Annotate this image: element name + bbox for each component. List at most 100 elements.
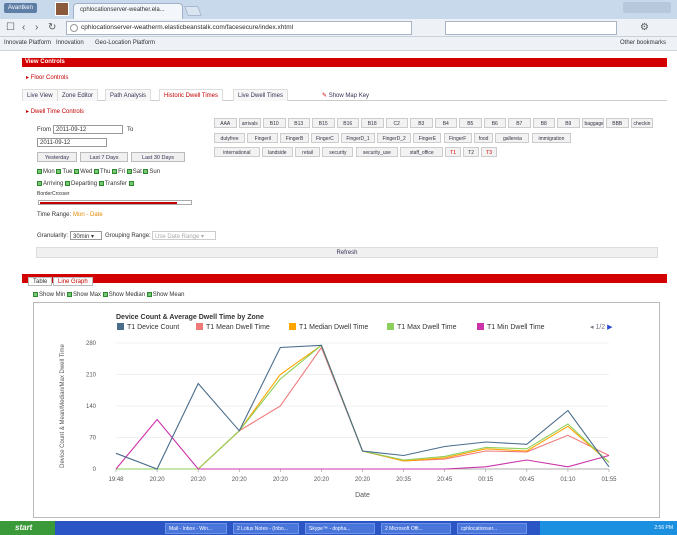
refresh-button[interactable]: Refresh (36, 247, 658, 258)
search-input[interactable] (445, 21, 617, 35)
zone-button-international[interactable]: international (214, 147, 260, 157)
start-button[interactable]: start (0, 521, 55, 535)
zone-button-security[interactable]: security (322, 147, 354, 157)
zone-button-landside[interactable]: landside (261, 147, 293, 157)
tab-live-dwell-times[interactable]: Live Dwell Times (233, 89, 289, 101)
new-tab-button[interactable] (184, 6, 202, 16)
taskbar-item[interactable]: 2 Microsoft Offi... (381, 523, 451, 534)
reload-icon[interactable]: ↻ (48, 22, 56, 33)
checkbox-thu[interactable] (94, 169, 100, 174)
zone-button-b8[interactable]: B8 (532, 118, 555, 128)
zone-button-security-use[interactable]: security_use (355, 147, 399, 157)
tab-line-graph[interactable]: Line Graph (53, 277, 93, 286)
tab-live-view[interactable]: Live View (22, 89, 58, 101)
tab-path-analysis[interactable]: Path Analysis (105, 89, 152, 101)
page-icon[interactable]: ☐ (6, 22, 15, 33)
legend-pager[interactable]: ◂ 1/2 ▶ (590, 323, 613, 331)
tab-zone-editor[interactable]: Zone Editor (57, 89, 99, 101)
back-icon[interactable]: ‹ (22, 22, 25, 33)
zone-button-fingeril[interactable]: Fingeril (247, 133, 279, 143)
legend-item[interactable]: T1 Device Count (117, 323, 179, 331)
zone-button-aaa[interactable]: AAA (214, 118, 237, 128)
zone-button-arrivals[interactable]: arrivals (238, 118, 261, 128)
zone-button-dutyfree[interactable]: dutyfree (214, 133, 246, 143)
yesterday-button[interactable]: Yesterday (37, 152, 77, 162)
zone-button-b10[interactable]: B10 (263, 118, 286, 128)
checkbox-show-max[interactable] (67, 292, 73, 297)
grouping-select[interactable]: Use Date Range ▾ (152, 231, 216, 240)
zone-button-t3[interactable]: T3 (481, 147, 498, 157)
dwell-controls-toggle[interactable]: Dwell Time Controls (26, 108, 84, 115)
zone-button-b7[interactable]: B7 (508, 118, 531, 128)
zone-button-immigration[interactable]: immigration (531, 133, 572, 143)
wrench-icon[interactable]: ⚙ (640, 22, 649, 33)
granularity-select[interactable]: 30min ▾ (70, 231, 102, 240)
zone-button-fingerf[interactable]: FingerF (443, 133, 472, 143)
from-date-input[interactable]: 2011-09-12 (53, 125, 123, 134)
checkbox-transfer[interactable] (98, 181, 104, 186)
zone-button-fingere[interactable]: FingerE (413, 133, 442, 143)
bookmark-item[interactable]: Innovation (56, 40, 84, 46)
checkbox-fri[interactable] (112, 169, 118, 174)
browser-tab[interactable]: cphlocationserver-weather.ela... (73, 3, 183, 19)
to-date-input[interactable]: 2011-09-12 (37, 138, 107, 147)
taskbar-item[interactable]: cphlocationser... (457, 523, 527, 534)
zone-button-b18[interactable]: B18 (361, 118, 384, 128)
other-bookmarks[interactable]: Other bookmarks (620, 40, 666, 46)
zone-button-b4[interactable]: B4 (434, 118, 457, 128)
avatar[interactable] (55, 2, 69, 16)
zone-button-b9[interactable]: B9 (557, 118, 580, 128)
taskbar-item[interactable]: Mail - Inbox - Win... (165, 523, 227, 534)
bookmark-item[interactable]: Geo-Location Platform (95, 40, 155, 46)
zone-button-gallereia[interactable]: gallereia (495, 133, 530, 143)
address-bar[interactable]: cphlocationserver-weatherm.elasticbeanst… (66, 21, 412, 35)
bookmark-item[interactable]: Innovate Platform (4, 40, 51, 46)
forward-icon[interactable]: › (35, 22, 38, 33)
zone-button-fingerd-1[interactable]: FingerD_1 (341, 133, 376, 143)
show-map-key-button[interactable]: ✎ Show Map Key (322, 92, 369, 99)
checkbox-show-mean[interactable] (146, 292, 152, 297)
checkbox-wed[interactable] (74, 169, 80, 174)
zone-button-t2[interactable]: T2 (463, 147, 480, 157)
zone-button-fingerc[interactable]: FingerC (310, 133, 339, 143)
zone-button-food[interactable]: food (473, 133, 494, 143)
zone-button-b13[interactable]: B13 (287, 118, 310, 128)
last-7-days-button[interactable]: Last 7 Days (80, 152, 128, 162)
checkbox-departing[interactable] (65, 181, 71, 186)
checkbox-show-median[interactable] (102, 292, 108, 297)
last-30-days-button[interactable]: Last 30 Days (131, 152, 185, 162)
zone-button-b16[interactable]: B16 (336, 118, 359, 128)
checkbox-sat[interactable] (126, 169, 132, 174)
zone-button-b15[interactable]: B15 (312, 118, 335, 128)
zone-button-b5[interactable]: B5 (459, 118, 482, 128)
checkbox-mon[interactable] (37, 169, 42, 174)
zone-button-fingerd-2[interactable]: FingerD_2 (377, 133, 412, 143)
checkbox-arriving[interactable] (37, 181, 42, 186)
zone-button-b3[interactable]: B3 (410, 118, 433, 128)
taskbar-item[interactable]: 2 Lotus Notes - (Inbo... (233, 523, 299, 534)
zone-button-fingerb[interactable]: FingerB (280, 133, 309, 143)
window-controls[interactable] (623, 2, 671, 13)
zone-button-t1[interactable]: T1 (445, 147, 462, 157)
legend-item[interactable]: T1 Median Dwell Time (289, 323, 368, 331)
taskbar-item[interactable]: Skype™ - dopha... (305, 523, 375, 534)
checkbox-show-min[interactable] (33, 292, 38, 297)
checkbox-extra[interactable] (128, 181, 134, 186)
checkbox-tue[interactable] (56, 169, 62, 174)
zone-button-bbb[interactable]: BBB (606, 118, 629, 128)
legend-item[interactable]: T1 Max Dwell Time (387, 323, 457, 331)
zone-button-baggage[interactable]: baggage (581, 118, 604, 128)
checkbox-sun[interactable] (143, 169, 149, 174)
zone-button-c2[interactable]: C2 (385, 118, 408, 128)
zone-button-b6[interactable]: B6 (483, 118, 506, 128)
zone-button-retail[interactable]: retail (294, 147, 321, 157)
floor-controls-toggle[interactable]: Floor Controls (26, 74, 69, 81)
legend-next-icon[interactable]: ▶ (605, 324, 612, 331)
legend-item[interactable]: T1 Min Dwell Time (477, 323, 545, 331)
legend-item[interactable]: T1 Mean Dwell Time (196, 323, 270, 331)
zone-button-staff-office[interactable]: staff_office (400, 147, 444, 157)
tab-historic-dwell-times[interactable]: Historic Dwell Times (159, 89, 224, 101)
user-profile-button[interactable]: Avantken (4, 3, 37, 13)
zone-button-checkin[interactable]: checkin (630, 118, 653, 128)
tab-table[interactable]: Table (28, 277, 53, 286)
